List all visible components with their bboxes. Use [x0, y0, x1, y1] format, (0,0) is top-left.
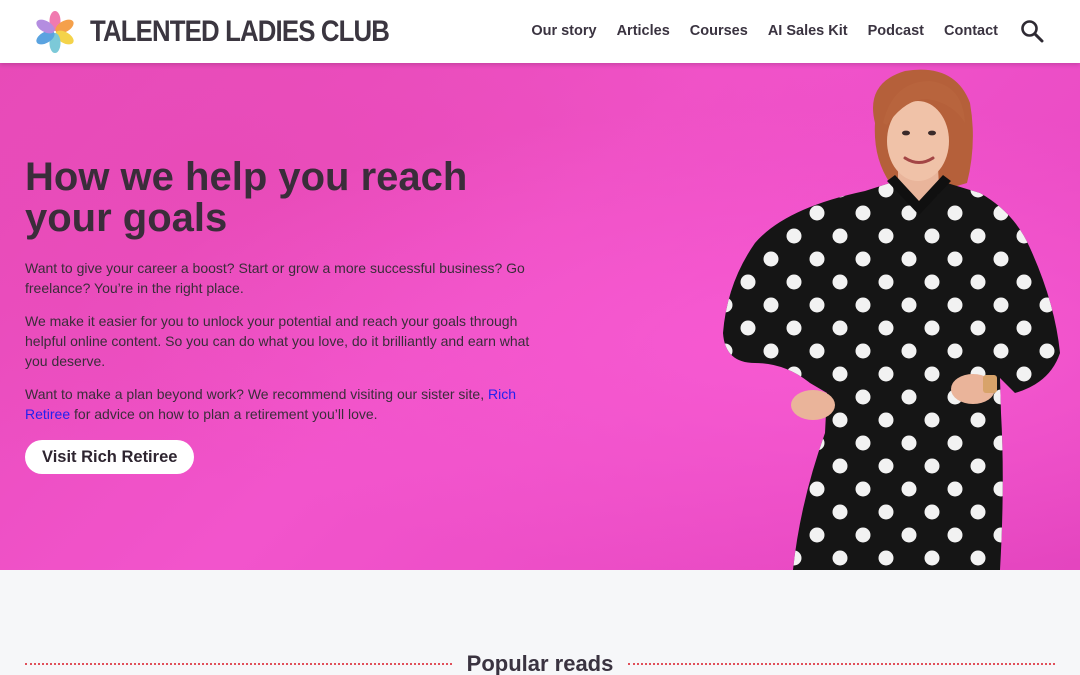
- brand-name: TALENTED LADIES CLUB: [90, 15, 390, 48]
- nav-courses[interactable]: Courses: [690, 23, 748, 39]
- nav-contact[interactable]: Contact: [944, 23, 998, 39]
- logo-link[interactable]: TALENTED LADIES CLUB: [32, 9, 438, 55]
- nav-podcast[interactable]: Podcast: [868, 23, 924, 39]
- sister-site-text-before: Want to make a plan beyond work? We reco…: [25, 386, 488, 402]
- sister-site-text-after: for advice on how to plan a retirement y…: [70, 406, 378, 422]
- flower-petals-logo-icon: [36, 11, 74, 53]
- hero-section: How we help you reach your goals Want to…: [0, 63, 1080, 570]
- visit-rich-retiree-button[interactable]: Visit Rich Retiree: [25, 440, 195, 474]
- main-nav: Our story Articles Courses AI Sales Kit …: [511, 0, 998, 62]
- nav-our-story[interactable]: Our story: [531, 23, 596, 39]
- site-header: TALENTED LADIES CLUB Our story Articles …: [0, 0, 1080, 63]
- hero-paragraph-sister-site: Want to make a plan beyond work? We reco…: [25, 384, 545, 424]
- hero-paragraph-mission: We make it easier for you to unlock your…: [25, 313, 530, 369]
- nav-ai-sales-kit[interactable]: AI Sales Kit: [768, 23, 848, 39]
- hero-title: How we help you reach your goals: [25, 155, 468, 240]
- hero-paragraph-career: Want to give your career a boost? Start …: [25, 260, 525, 296]
- nav-articles[interactable]: Articles: [617, 23, 670, 39]
- founder-portrait: [723, 69, 1060, 570]
- popular-reads-section: Popular reads: [0, 570, 1080, 675]
- search-icon[interactable]: [1020, 19, 1044, 43]
- section-divider-right: [628, 663, 1055, 665]
